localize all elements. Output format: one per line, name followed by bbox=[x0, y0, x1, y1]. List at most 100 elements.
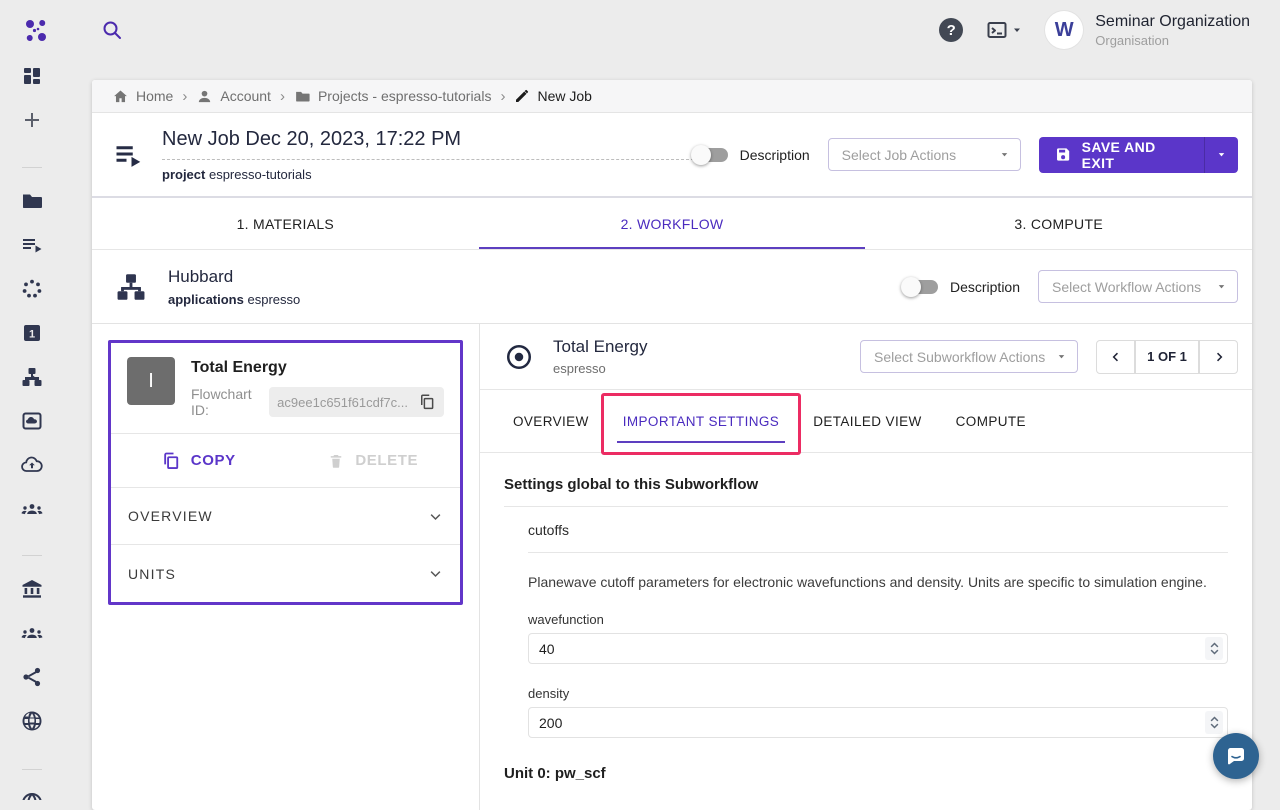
copy-unit-label: COPY bbox=[191, 452, 236, 469]
workflow-description-toggle-label: Description bbox=[950, 279, 1020, 295]
app-logo-icon[interactable] bbox=[20, 14, 52, 46]
workflow-subtitle: applications espresso bbox=[168, 292, 300, 307]
pager-next-button[interactable] bbox=[1199, 340, 1238, 374]
job-title[interactable]: New Job Dec 20, 2023, 17:22 PM bbox=[162, 128, 694, 160]
console-menu-button[interactable] bbox=[985, 18, 1023, 42]
org-members-icon[interactable] bbox=[20, 621, 44, 645]
unit0-heading: Unit 0: pw_scf bbox=[504, 765, 1228, 782]
team-icon[interactable] bbox=[20, 497, 44, 521]
dashboard-icon[interactable] bbox=[20, 64, 44, 88]
subworkflow-actions-select-label: Select Subworkflow Actions bbox=[874, 349, 1045, 365]
folder-icon[interactable] bbox=[20, 189, 44, 213]
workflow-title: Hubbard bbox=[168, 267, 300, 287]
job-step-tabs: 1. MATERIALS 2. WORKFLOW 3. COMPUTE bbox=[92, 198, 1252, 250]
copy-unit-button[interactable]: COPY bbox=[111, 434, 286, 487]
radio-selected-icon bbox=[504, 342, 534, 372]
trash-icon bbox=[327, 452, 345, 470]
person-icon bbox=[196, 88, 213, 105]
pager-prev-button[interactable] bbox=[1096, 340, 1135, 374]
help-icon[interactable]: ? bbox=[939, 18, 963, 42]
chevron-down-icon bbox=[428, 566, 443, 581]
share-icon[interactable] bbox=[20, 665, 44, 689]
breadcrumb-new-job[interactable]: New Job bbox=[514, 88, 591, 104]
job-subtitle: project espresso-tutorials bbox=[162, 167, 694, 182]
terminal-icon bbox=[985, 18, 1009, 42]
tab-workflow[interactable]: 2. WORKFLOW bbox=[479, 198, 866, 249]
job-actions-select[interactable]: Select Job Actions bbox=[828, 138, 1022, 171]
workflow-header: Hubbard applications espresso Descriptio… bbox=[92, 250, 1252, 324]
caret-down-icon bbox=[1216, 149, 1227, 160]
create-new-icon[interactable] bbox=[20, 108, 44, 132]
delete-unit-label: DELETE bbox=[355, 452, 418, 469]
stepper-up-icon bbox=[1210, 642, 1219, 648]
workflow-description-toggle[interactable] bbox=[904, 280, 938, 294]
save-icon bbox=[1055, 146, 1071, 163]
important-settings-content: Settings global to this Subworkflow cuto… bbox=[480, 453, 1252, 810]
wavefunction-input[interactable] bbox=[528, 633, 1228, 664]
breadcrumb: Home › Account › Projects - espresso-tut… bbox=[92, 80, 1252, 113]
tab-important-settings[interactable]: IMPORTANT SETTINGS bbox=[606, 390, 796, 452]
density-stepper[interactable] bbox=[1205, 711, 1223, 734]
media-import-icon[interactable] bbox=[20, 409, 44, 433]
avatar[interactable]: W bbox=[1045, 11, 1083, 49]
cloud-upload-icon[interactable] bbox=[20, 453, 44, 477]
breadcrumb-project[interactable]: Projects - espresso-tutorials bbox=[294, 88, 492, 105]
materials-dots-icon[interactable] bbox=[20, 277, 44, 301]
wavefunction-stepper[interactable] bbox=[1205, 637, 1223, 660]
density-input[interactable] bbox=[528, 707, 1228, 738]
breadcrumb-separator: › bbox=[182, 88, 187, 105]
breadcrumb-account[interactable]: Account bbox=[196, 88, 271, 105]
pencil-icon bbox=[514, 88, 530, 104]
account-menu[interactable]: W Seminar Organization Organisation bbox=[1045, 11, 1250, 49]
subworkflow-actions-select[interactable]: Select Subworkflow Actions bbox=[860, 340, 1078, 373]
tab-compute-settings[interactable]: COMPUTE bbox=[939, 390, 1043, 452]
job-header: New Job Dec 20, 2023, 17:22 PM project e… bbox=[92, 113, 1252, 198]
caret-down-icon bbox=[1216, 281, 1227, 292]
copy-icon bbox=[161, 451, 181, 471]
globe-icon[interactable] bbox=[20, 791, 44, 800]
tab-detailed-view[interactable]: DETAILED VIEW bbox=[796, 390, 938, 452]
breadcrumb-separator: › bbox=[280, 88, 285, 105]
web-icon[interactable] bbox=[20, 709, 44, 733]
flowchart-id-value: ac9ee1c651f61cdf7c... bbox=[277, 395, 408, 410]
breadcrumb-label: Home bbox=[136, 88, 173, 104]
breadcrumb-label: Projects - espresso-tutorials bbox=[318, 88, 492, 104]
copy-id-icon[interactable] bbox=[418, 393, 436, 411]
main-panel: Home › Account › Projects - espresso-tut… bbox=[92, 80, 1252, 810]
flowchart-id-label: Flowchart ID: bbox=[191, 386, 261, 418]
workflow-actions-select[interactable]: Select Workflow Actions bbox=[1038, 270, 1238, 303]
unit-overview-label: OVERVIEW bbox=[128, 508, 213, 524]
tab-compute[interactable]: 3. COMPUTE bbox=[865, 198, 1252, 249]
toggle-thumb bbox=[691, 145, 711, 165]
property-one-icon[interactable]: 1 bbox=[20, 321, 44, 345]
tab-materials[interactable]: 1. MATERIALS bbox=[92, 198, 479, 249]
subworkflow-pager: 1 OF 1 bbox=[1096, 340, 1238, 374]
bank-icon[interactable] bbox=[20, 577, 44, 601]
subworkflow-subtitle: espresso bbox=[553, 361, 648, 376]
workflow-actions-select-label: Select Workflow Actions bbox=[1052, 279, 1201, 295]
toggle-thumb bbox=[901, 277, 921, 297]
tab-overview[interactable]: OVERVIEW bbox=[496, 390, 606, 452]
workflow-subtitle-value: espresso bbox=[247, 292, 300, 307]
chat-launcher-button[interactable] bbox=[1213, 733, 1259, 779]
jobs-list-icon[interactable] bbox=[20, 233, 44, 257]
search-icon[interactable] bbox=[100, 18, 124, 42]
home-icon bbox=[112, 88, 129, 105]
unit-units-label: UNITS bbox=[128, 566, 176, 582]
save-and-exit-label: SAVE AND EXIT bbox=[1082, 139, 1188, 171]
folder-icon bbox=[294, 88, 311, 105]
unit-units-accordion[interactable]: UNITS bbox=[111, 545, 460, 602]
breadcrumb-home[interactable]: Home bbox=[112, 88, 173, 105]
job-actions-select-label: Select Job Actions bbox=[842, 147, 956, 163]
unit-badge: I bbox=[127, 357, 175, 405]
delete-unit-button[interactable]: DELETE bbox=[286, 434, 461, 487]
caret-down-icon bbox=[1056, 351, 1067, 362]
save-and-exit-button[interactable]: SAVE AND EXIT bbox=[1039, 137, 1203, 173]
svg-text:1: 1 bbox=[29, 328, 35, 340]
unit-overview-accordion[interactable]: OVERVIEW bbox=[111, 488, 460, 545]
description-toggle[interactable] bbox=[694, 148, 728, 162]
tab-important-settings-label: IMPORTANT SETTINGS bbox=[623, 414, 779, 429]
workflows-tree-icon[interactable] bbox=[20, 365, 44, 389]
unit-card-total-energy[interactable]: I Total Energy Flowchart ID: ac9ee1c651f… bbox=[108, 340, 463, 605]
save-options-caret-button[interactable] bbox=[1204, 137, 1239, 173]
